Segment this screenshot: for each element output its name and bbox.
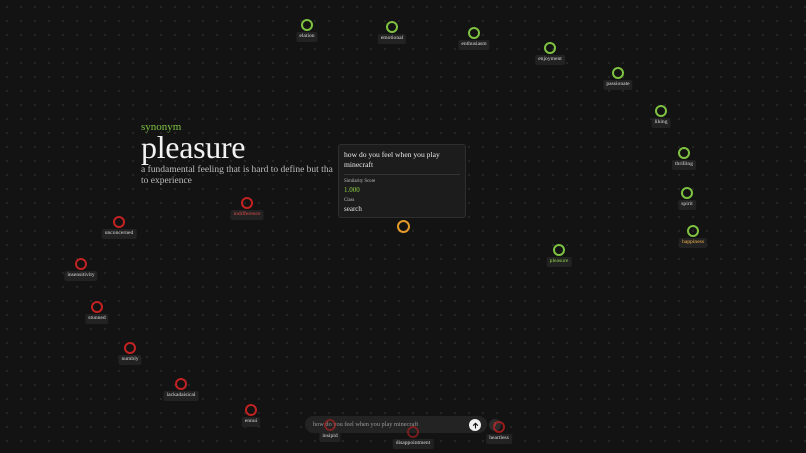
class-label: Class (344, 197, 355, 203)
selected-word: pleasure (141, 129, 246, 165)
node-ring-icon (324, 419, 336, 431)
node-ring-icon (241, 197, 253, 209)
node-label: lackadaisical (163, 391, 199, 401)
arrow-up-icon (472, 422, 478, 429)
query-tooltip: how do you feel when you play minecraft … (338, 144, 466, 218)
node-ring-icon (301, 19, 313, 31)
similarity-score-label: Similarity Score (344, 178, 376, 184)
node-label: disappointment (392, 439, 434, 449)
node-ring-icon (91, 301, 103, 313)
node-ring-icon (113, 216, 125, 228)
node-label: insensitivity (64, 271, 98, 281)
tooltip-query: how do you feel when you play minecraft (344, 150, 460, 175)
node-label: heartless (486, 434, 512, 444)
node-label: liking (651, 118, 671, 128)
node-label: numbly (118, 355, 142, 365)
node-ring-icon (493, 421, 505, 433)
node-ring-icon (245, 404, 257, 416)
node-ring-icon (678, 147, 690, 159)
node-ring-icon (468, 27, 480, 39)
node-ring-icon (407, 426, 419, 438)
node-ring-icon (612, 67, 624, 79)
node-ring-icon (655, 105, 667, 117)
node-label: thrilling (671, 160, 697, 170)
node-ring-icon (687, 225, 699, 237)
node-label: indifference (230, 210, 264, 220)
node-label: spirit (678, 200, 696, 210)
node-ring-icon (124, 342, 136, 354)
node-ring-icon (75, 258, 87, 270)
node-label: passionate (603, 80, 633, 90)
node-label: ennui (241, 417, 261, 427)
node-ring-icon (386, 21, 398, 33)
similarity-score-value: 1.000 (344, 185, 360, 194)
node-ring-icon (681, 187, 693, 199)
node-label: emotional (377, 34, 407, 44)
node-label: pleasure (546, 257, 572, 267)
node-label: stunned (85, 314, 109, 324)
node-label: enthusiasm (458, 40, 490, 50)
node-label: happiness (678, 238, 708, 248)
submit-button[interactable] (469, 419, 481, 431)
node-label: insipid (319, 432, 341, 442)
word-info-panel: synonym pleasure a fundamental feeling t… (141, 121, 351, 188)
node-ring-icon (175, 378, 187, 390)
node-ring-icon (544, 42, 556, 54)
query-ring-icon (396, 219, 410, 233)
node-ring-icon (553, 244, 565, 256)
node-label: unconcerned (101, 229, 137, 239)
class-value: search (344, 204, 362, 213)
word-description: a fundamental feeling that is hard to de… (141, 165, 333, 187)
node-label: enjoyment (535, 55, 565, 65)
node-label: elation (296, 32, 318, 42)
embedding-canvas[interactable]: elation emotional enthusiasm enjoyment p… (0, 0, 806, 453)
